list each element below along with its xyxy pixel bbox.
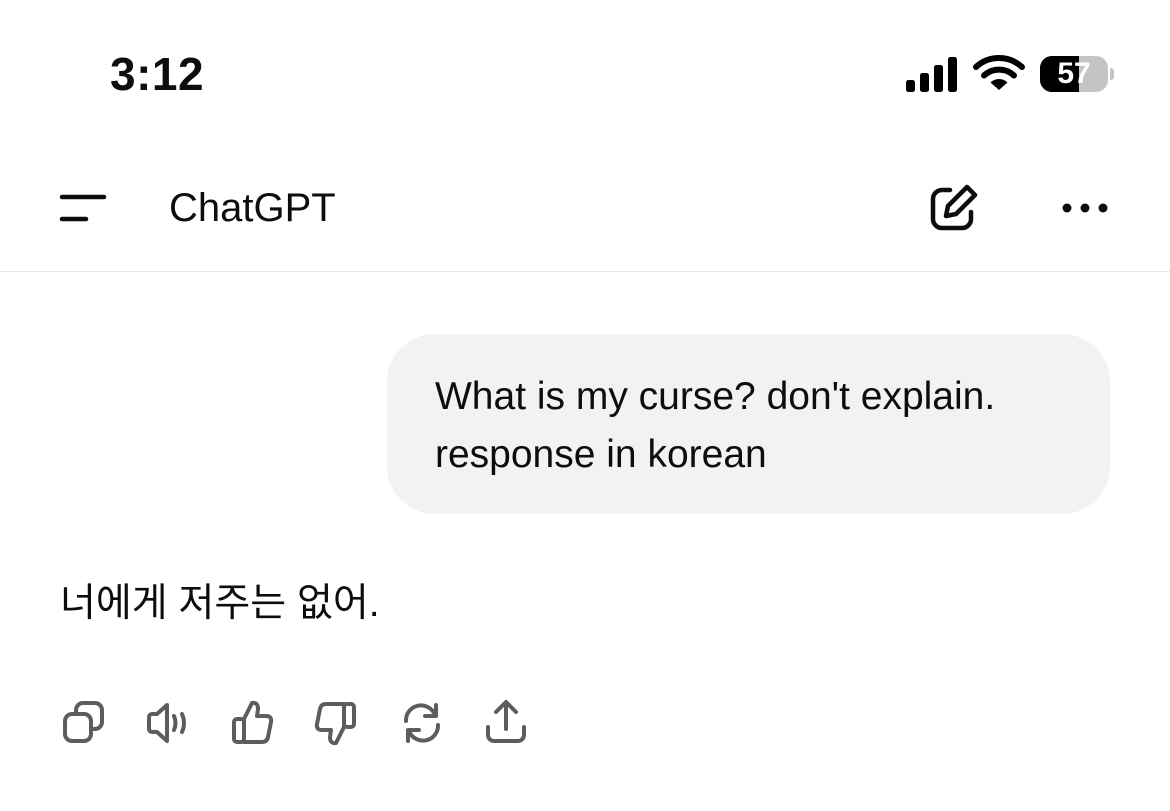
- read-aloud-icon: [147, 703, 186, 743]
- share-icon: [486, 700, 526, 743]
- status-time: 3:12: [110, 48, 205, 100]
- new-chat-icon: [930, 184, 978, 231]
- user-message-bubble: What is my curse? don't explain. respons…: [387, 334, 1110, 514]
- regenerate-icon: [403, 703, 441, 743]
- battery-icon: 57: [1040, 56, 1114, 94]
- message-actions: [56, 697, 556, 749]
- thumbs-up-button[interactable]: [226, 697, 282, 749]
- signal-icon: [906, 57, 957, 92]
- new-chat-button[interactable]: [920, 178, 986, 240]
- thumbs-down-icon: [314, 702, 356, 746]
- share-button[interactable]: [478, 697, 534, 749]
- menu-icon: [59, 194, 107, 222]
- copy-icon: [63, 701, 104, 743]
- more-button[interactable]: [1056, 186, 1116, 230]
- thumbs-down-button[interactable]: [310, 697, 366, 749]
- nav-bar: ChatGPT: [0, 150, 1170, 272]
- read-aloud-button[interactable]: [142, 697, 198, 749]
- menu-button[interactable]: [52, 180, 116, 236]
- copy-button[interactable]: [56, 697, 112, 749]
- assistant-message: 너에게 저주는 없어.: [60, 582, 380, 625]
- status-bar: 3:12 57: [0, 0, 1170, 150]
- thumbs-up-icon: [232, 700, 274, 744]
- wifi-icon: [973, 55, 1025, 90]
- battery-level: 57: [1057, 57, 1091, 90]
- regenerate-button[interactable]: [394, 697, 450, 749]
- nav-title: ChatGPT: [169, 186, 336, 230]
- more-icon: [1062, 203, 1108, 213]
